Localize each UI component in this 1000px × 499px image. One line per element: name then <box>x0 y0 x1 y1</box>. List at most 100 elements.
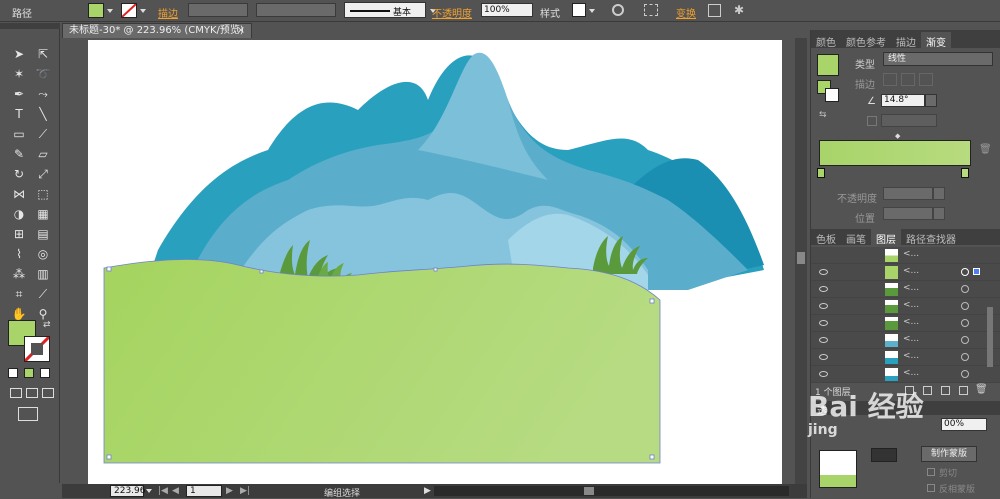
vertical-scrollbar[interactable] <box>795 38 807 484</box>
style-swatch[interactable] <box>572 3 586 17</box>
visibility-eye-icon[interactable] <box>819 286 828 292</box>
visibility-eye-icon[interactable] <box>819 354 828 360</box>
last-page-icon[interactable]: ▶| <box>240 486 250 496</box>
target-circle-icon[interactable] <box>961 268 969 276</box>
stroke-dropdown-icon[interactable] <box>140 9 146 13</box>
new-sublayer-icon[interactable] <box>941 386 950 395</box>
tab-layers[interactable]: 图层 <box>871 229 901 246</box>
tab-pathfinder[interactable]: 路径查找器 <box>901 229 961 246</box>
opacity-field[interactable]: 100% <box>481 3 533 17</box>
prev-page-icon[interactable]: ◀ <box>172 486 179 496</box>
angle-dropdown[interactable] <box>925 94 937 107</box>
tab-stroke[interactable]: 描边 <box>891 32 921 49</box>
layers-list[interactable]: <... <... <... <... <... <... <... <... <box>811 247 1000 383</box>
location-dropdown[interactable] <box>933 207 945 220</box>
stroke-label[interactable]: 描边 <box>158 5 178 20</box>
shape-builder-tool-icon[interactable]: ◑ <box>9 205 29 223</box>
stroke-gradient-option-1-icon[interactable] <box>883 73 897 86</box>
artboard[interactable] <box>88 40 782 484</box>
gradient-stop-right[interactable] <box>961 168 969 178</box>
document-tab[interactable]: 未标题-30* @ 223.96% (CMYK/预览) × <box>62 23 252 38</box>
gradient-slider[interactable] <box>819 140 971 166</box>
rectangle-tool-icon[interactable]: ▭ <box>9 125 29 143</box>
horizontal-scrollbar[interactable] <box>434 486 789 496</box>
transform-label[interactable]: 变换 <box>676 5 696 20</box>
layer-row-7[interactable]: <... <box>811 349 1000 366</box>
layer-row-1[interactable]: <... <box>811 247 1000 264</box>
gradient-preview-swatch[interactable] <box>817 54 839 76</box>
tab-color[interactable]: 颜色 <box>811 32 841 49</box>
visibility-eye-icon[interactable] <box>819 337 828 343</box>
visibility-eye-icon[interactable] <box>819 269 828 275</box>
layer-row-8[interactable]: <... <box>811 366 1000 383</box>
layer-row-6[interactable]: <... <box>811 332 1000 349</box>
curvature-tool-icon[interactable]: ⤳ <box>33 85 53 103</box>
next-page-icon[interactable]: ▶ <box>226 486 233 496</box>
zoom-field[interactable]: 223.96 <box>110 485 146 497</box>
target-circle-icon[interactable] <box>961 302 969 310</box>
brush-definition-dropdown[interactable]: 基本 <box>344 2 426 18</box>
angle-field[interactable]: 14.8° <box>881 94 925 107</box>
illustration[interactable] <box>88 40 782 484</box>
column-graph-tool-icon[interactable]: ▥ <box>33 265 53 283</box>
gradient-stop-left[interactable] <box>817 168 825 178</box>
stroke-weight-field[interactable] <box>188 3 248 17</box>
gradient-mode-icon[interactable] <box>24 368 34 378</box>
rotate-tool-icon[interactable]: ↻ <box>9 165 29 183</box>
clip-checkbox[interactable] <box>927 468 935 476</box>
target-circle-icon[interactable] <box>961 285 969 293</box>
invert-mask-checkbox[interactable] <box>927 484 935 492</box>
new-layer-icon[interactable] <box>959 386 968 395</box>
scrollbar-thumb[interactable] <box>797 252 805 264</box>
magic-wand-tool-icon[interactable]: ✶ <box>9 65 29 83</box>
recolor-artwork-icon[interactable] <box>612 4 624 16</box>
layer-row-5[interactable]: <... <box>811 315 1000 332</box>
artboard-tool-icon[interactable]: ⌗ <box>9 285 29 303</box>
lasso-tool-icon[interactable]: ➰ <box>33 65 53 83</box>
selected-art-indicator[interactable] <box>973 268 980 275</box>
line-tool-icon[interactable]: ╲ <box>33 105 53 123</box>
target-circle-icon[interactable] <box>961 370 969 378</box>
layer-row-3[interactable]: <... <box>811 281 1000 298</box>
width-tool-icon[interactable]: ⋈ <box>9 185 29 203</box>
color-mode-icon[interactable] <box>8 368 18 378</box>
eraser-tool-icon[interactable]: ▱ <box>33 145 53 163</box>
selection-tool-icon[interactable]: ➤ <box>9 45 29 63</box>
transform-icon[interactable] <box>708 4 721 17</box>
direct-selection-tool-icon[interactable]: ⇱ <box>33 45 53 63</box>
location-field[interactable] <box>883 207 933 220</box>
tab-brushes[interactable]: 画笔 <box>841 229 871 246</box>
isolate-group-icon[interactable]: ✱ <box>734 4 744 16</box>
tab-color-guide[interactable]: 颜色参考 <box>841 32 891 49</box>
style-dropdown-icon[interactable] <box>589 9 595 13</box>
target-circle-icon[interactable] <box>961 319 969 327</box>
reverse-gradient-icon[interactable]: ⇆ <box>819 110 827 120</box>
eyedropper-tool-icon[interactable]: ⌇ <box>9 245 29 263</box>
visibility-eye-icon[interactable] <box>819 371 828 377</box>
align-icon[interactable] <box>644 4 658 16</box>
stroke-swatch[interactable] <box>121 3 137 18</box>
paintbrush-tool-icon[interactable]: ⟋ <box>33 125 53 143</box>
transparency-opacity-field[interactable]: 00% <box>941 418 987 431</box>
aspect-ratio-field[interactable] <box>881 114 937 127</box>
opacity-label[interactable]: 不透明度 <box>432 5 472 20</box>
type-tool-icon[interactable]: T <box>9 105 29 123</box>
swap-fill-stroke-icon[interactable]: ⇄ <box>43 320 51 330</box>
status-menu-icon[interactable]: ▶ <box>424 486 431 496</box>
zoom-dropdown-icon[interactable] <box>146 489 152 493</box>
free-transform-tool-icon[interactable]: ⬚ <box>33 185 53 203</box>
mesh-tool-icon[interactable]: ⊞ <box>9 225 29 243</box>
fill-swatch[interactable] <box>88 3 104 18</box>
target-circle-icon[interactable] <box>961 336 969 344</box>
draw-inside-icon[interactable] <box>42 388 54 398</box>
slice-tool-icon[interactable]: ⟋ <box>33 285 53 303</box>
layer-row-2[interactable]: <... <box>811 264 1000 281</box>
page-field[interactable]: 1 <box>186 485 222 497</box>
delete-stop-icon[interactable]: 🗑 <box>979 144 992 155</box>
draw-behind-icon[interactable] <box>26 388 38 398</box>
delete-layer-icon[interactable]: 🗑 <box>975 384 988 395</box>
stroke-gradient-option-3-icon[interactable] <box>919 73 933 86</box>
toolbar-grip[interactable] <box>0 23 60 29</box>
pen-tool-icon[interactable]: ✒ <box>9 85 29 103</box>
visibility-eye-icon[interactable] <box>819 303 828 309</box>
